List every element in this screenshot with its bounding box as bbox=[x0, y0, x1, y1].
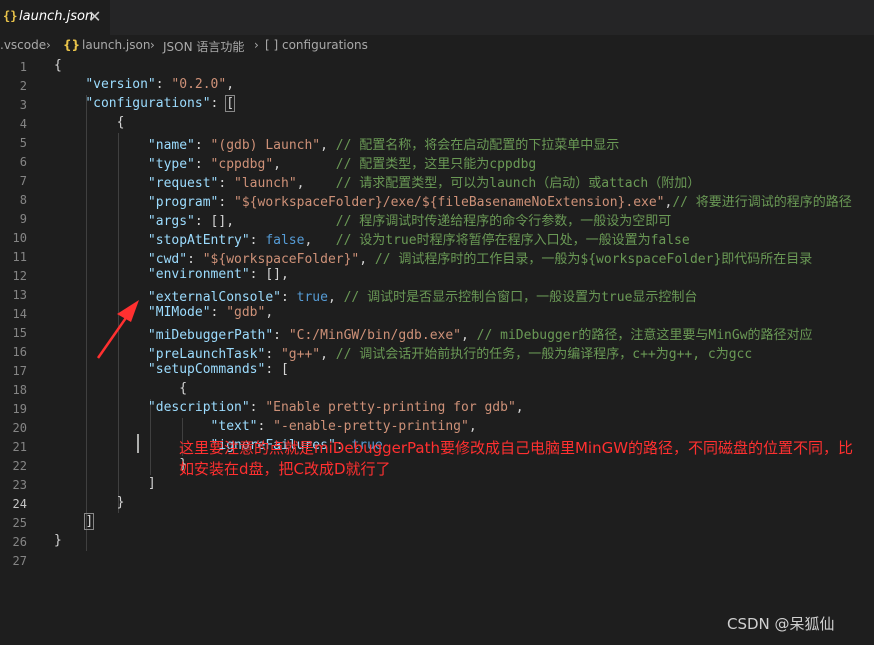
line-number: 21 bbox=[12, 440, 27, 454]
text-cursor bbox=[137, 434, 139, 453]
code-line[interactable]: 19 "description": "Enable pretty-printin… bbox=[0, 399, 874, 418]
code-line[interactable]: 8 "program": "${workspaceFolder}/exe/${f… bbox=[0, 190, 874, 210]
code-text: "description": "Enable pretty-printing f… bbox=[147, 400, 524, 415]
tab-launch-json[interactable]: {} launch.json ✕ bbox=[0, 0, 110, 35]
code-line[interactable]: 2 "version": "0.2.0", bbox=[0, 76, 874, 95]
line-number: 8 bbox=[19, 193, 27, 207]
breadcrumb-separator-icon: › bbox=[150, 38, 155, 52]
code-line[interactable]: 26} bbox=[0, 532, 874, 551]
line-number: 15 bbox=[12, 326, 27, 340]
code-text: } bbox=[54, 533, 62, 548]
code-text: "stopAtEntry": false, // 设为true时程序将暂停在程序… bbox=[147, 233, 690, 248]
breadcrumb: .vscode › {} launch.json › JSON 语言功能 › [… bbox=[0, 35, 874, 57]
line-number: 25 bbox=[12, 516, 27, 530]
code-text: { bbox=[54, 115, 125, 130]
code-text: "cwd": "${workspaceFolder}", // 调试程序时的工作… bbox=[147, 252, 813, 267]
code-text: "version": "0.2.0", bbox=[85, 77, 235, 92]
code-text: "name": "(gdb) Launch", // 配置名称，将会在启动配置的… bbox=[147, 138, 620, 153]
code-line[interactable]: 18 { bbox=[0, 380, 874, 399]
code-line[interactable]: 17 "setupCommands": [ bbox=[0, 361, 874, 380]
line-number: 23 bbox=[12, 478, 27, 492]
code-line[interactable]: 5 "name": "(gdb) Launch", // 配置名称，将会在启动配… bbox=[0, 133, 874, 153]
json-file-icon: {} bbox=[3, 9, 18, 23]
code-text: "environment": [], bbox=[147, 267, 289, 282]
line-number: 4 bbox=[19, 117, 27, 131]
breadcrumb-item-json-language[interactable]: JSON 语言功能 bbox=[163, 38, 244, 55]
code-line[interactable]: 3 "configurations": [ bbox=[0, 95, 874, 114]
line-number: 22 bbox=[12, 459, 27, 473]
line-number: 2 bbox=[19, 79, 27, 93]
line-number: 20 bbox=[12, 421, 27, 435]
line-number: 12 bbox=[12, 269, 27, 283]
json-file-icon: {} bbox=[63, 38, 81, 52]
line-number: 5 bbox=[19, 136, 27, 150]
line-number: 9 bbox=[19, 212, 27, 226]
line-number: 6 bbox=[19, 155, 27, 169]
code-text: "preLaunchTask": "g++", // 调试会话开始前执行的任务，… bbox=[147, 347, 753, 362]
code-text: { bbox=[54, 381, 188, 396]
line-number: 1 bbox=[19, 60, 27, 74]
code-text: ] bbox=[84, 513, 95, 530]
line-number: 24 bbox=[12, 497, 27, 511]
breadcrumb-separator-icon: › bbox=[46, 38, 51, 52]
breadcrumb-separator-icon: › bbox=[254, 38, 259, 52]
code-line[interactable]: 12 "environment": [], bbox=[0, 266, 874, 285]
line-number: 10 bbox=[12, 231, 27, 245]
red-arrow-icon bbox=[96, 300, 139, 359]
code-text: { bbox=[54, 58, 62, 73]
code-text: ] bbox=[54, 476, 156, 491]
code-text: "configurations": [ bbox=[85, 95, 236, 112]
code-text: "type": "cppdbg", // 配置类型，这里只能为cppdbg bbox=[147, 157, 537, 172]
line-number: 27 bbox=[12, 554, 27, 568]
line-number: 17 bbox=[12, 364, 27, 378]
line-number: 14 bbox=[12, 307, 27, 321]
code-line[interactable]: 4 { bbox=[0, 114, 874, 133]
line-number: 19 bbox=[12, 402, 27, 416]
code-text: } bbox=[54, 495, 125, 510]
code-text: "text": "-enable-pretty-printing", bbox=[210, 419, 477, 434]
line-number: 11 bbox=[12, 250, 27, 264]
code-line[interactable]: 6 "type": "cppdbg", // 配置类型，这里只能为cppdbg bbox=[0, 152, 874, 172]
line-number: 26 bbox=[12, 535, 27, 549]
line-number: 3 bbox=[19, 98, 27, 112]
editor-tab-bar: {} launch.json ✕ bbox=[0, 0, 874, 35]
code-line[interactable]: 24 } bbox=[0, 494, 874, 513]
code-line[interactable]: 1{ bbox=[0, 57, 874, 76]
code-text: "MIMode": "gdb", bbox=[147, 305, 274, 320]
line-number: 7 bbox=[19, 174, 27, 188]
line-number: 18 bbox=[12, 383, 27, 397]
code-text: "program": "${workspaceFolder}/exe/${fil… bbox=[147, 195, 852, 210]
code-text: "setupCommands": [ bbox=[147, 362, 289, 377]
code-line[interactable]: 10 "stopAtEntry": false, // 设为true时程序将暂停… bbox=[0, 228, 874, 248]
code-text: "request": "launch", // 请求配置类型，可以为launch… bbox=[147, 176, 701, 191]
annotation-text: 这里要注意的点就是miDebuggerPath要修改成自己电脑里MinGW的路径… bbox=[179, 439, 854, 478]
code-line[interactable]: 7 "request": "launch", // 请求配置类型，可以为laun… bbox=[0, 171, 874, 191]
breadcrumb-item-configurations[interactable]: [ ] configurations bbox=[265, 38, 368, 52]
code-line[interactable]: 27 bbox=[0, 551, 874, 570]
code-text: "args": [], // 程序调试时传递给程序的命令行参数，一般设为空即可 bbox=[147, 214, 672, 229]
code-line[interactable]: 25 ] bbox=[0, 513, 874, 532]
csdn-watermark: CSDN @呆狐仙 bbox=[727, 615, 835, 633]
line-number: 16 bbox=[12, 345, 27, 359]
breadcrumb-item-vscode[interactable]: .vscode bbox=[0, 38, 46, 52]
code-text: "externalConsole": true, // 调试时是否显示控制台窗口… bbox=[147, 290, 698, 305]
code-line[interactable]: 9 "args": [], // 程序调试时传递给程序的命令行参数，一般设为空即… bbox=[0, 209, 874, 229]
code-text: } bbox=[54, 457, 188, 472]
code-line[interactable]: 11 "cwd": "${workspaceFolder}", // 调试程序时… bbox=[0, 247, 874, 267]
code-line[interactable]: 20 "text": "-enable-pretty-printing", bbox=[0, 418, 874, 437]
line-number: 13 bbox=[12, 288, 27, 302]
close-icon[interactable]: ✕ bbox=[88, 7, 101, 26]
code-text: "miDebuggerPath": "C:/MinGW/bin/gdb.exe"… bbox=[147, 328, 813, 343]
breadcrumb-item-launch-json[interactable]: launch.json bbox=[82, 38, 150, 52]
tab-label[interactable]: launch.json bbox=[19, 9, 93, 24]
